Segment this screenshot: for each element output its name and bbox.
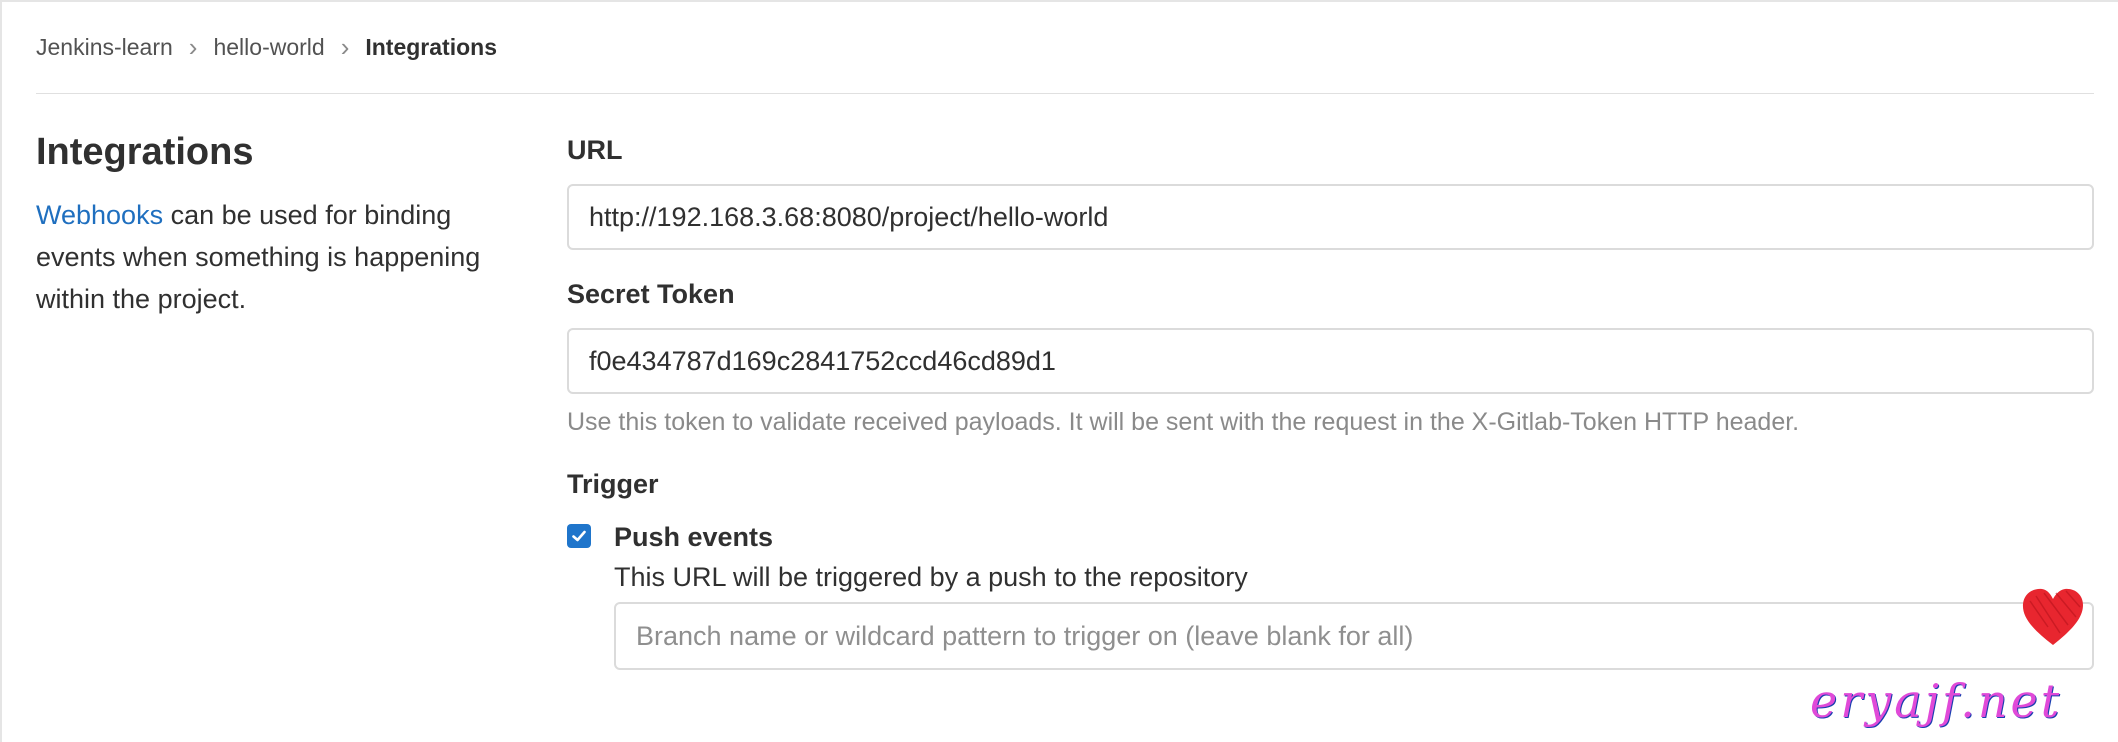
trigger-label: Trigger <box>567 469 659 499</box>
url-label: URL <box>567 135 623 165</box>
breadcrumb-project-link[interactable]: hello-world <box>213 34 324 61</box>
push-events-checkbox[interactable] <box>567 524 591 548</box>
breadcrumb: Jenkins-learn › hello-world › Integratio… <box>36 32 497 62</box>
heart-icon <box>2022 588 2083 645</box>
checkmark-icon <box>572 530 586 542</box>
header-divider <box>36 93 2094 94</box>
webhook-form: URL Secret Token Use this token to valid… <box>567 130 2094 670</box>
watermark-text: eryajf.net <box>1810 674 2063 728</box>
push-events-block: Push events This URL will be triggered b… <box>614 518 2094 670</box>
breadcrumb-current-page[interactable]: Integrations <box>365 34 497 61</box>
breadcrumb-group-link[interactable]: Jenkins-learn <box>36 34 173 61</box>
integrations-page: Jenkins-learn › hello-world › Integratio… <box>0 0 2118 742</box>
push-events-label[interactable]: Push events <box>614 518 2094 556</box>
secret-token-help: Use this token to validate received payl… <box>567 408 1800 436</box>
push-events-option: Push events This URL will be triggered b… <box>567 518 2094 670</box>
section-title: Integrations <box>36 131 254 173</box>
settings-sidebar: Integrations Webhooks can be used for bi… <box>36 128 516 347</box>
secret-token-label: Secret Token <box>567 279 735 309</box>
section-description: Webhooks can be used for binding events … <box>36 194 516 320</box>
chevron-right-icon: › <box>340 32 350 62</box>
webhooks-link[interactable]: Webhooks <box>36 200 163 230</box>
secret-token-input[interactable] <box>567 328 2094 394</box>
chevron-right-icon: › <box>188 32 198 62</box>
branch-filter-input[interactable] <box>614 602 2094 670</box>
url-input[interactable] <box>567 184 2094 250</box>
push-events-description: This URL will be triggered by a push to … <box>614 562 1248 592</box>
